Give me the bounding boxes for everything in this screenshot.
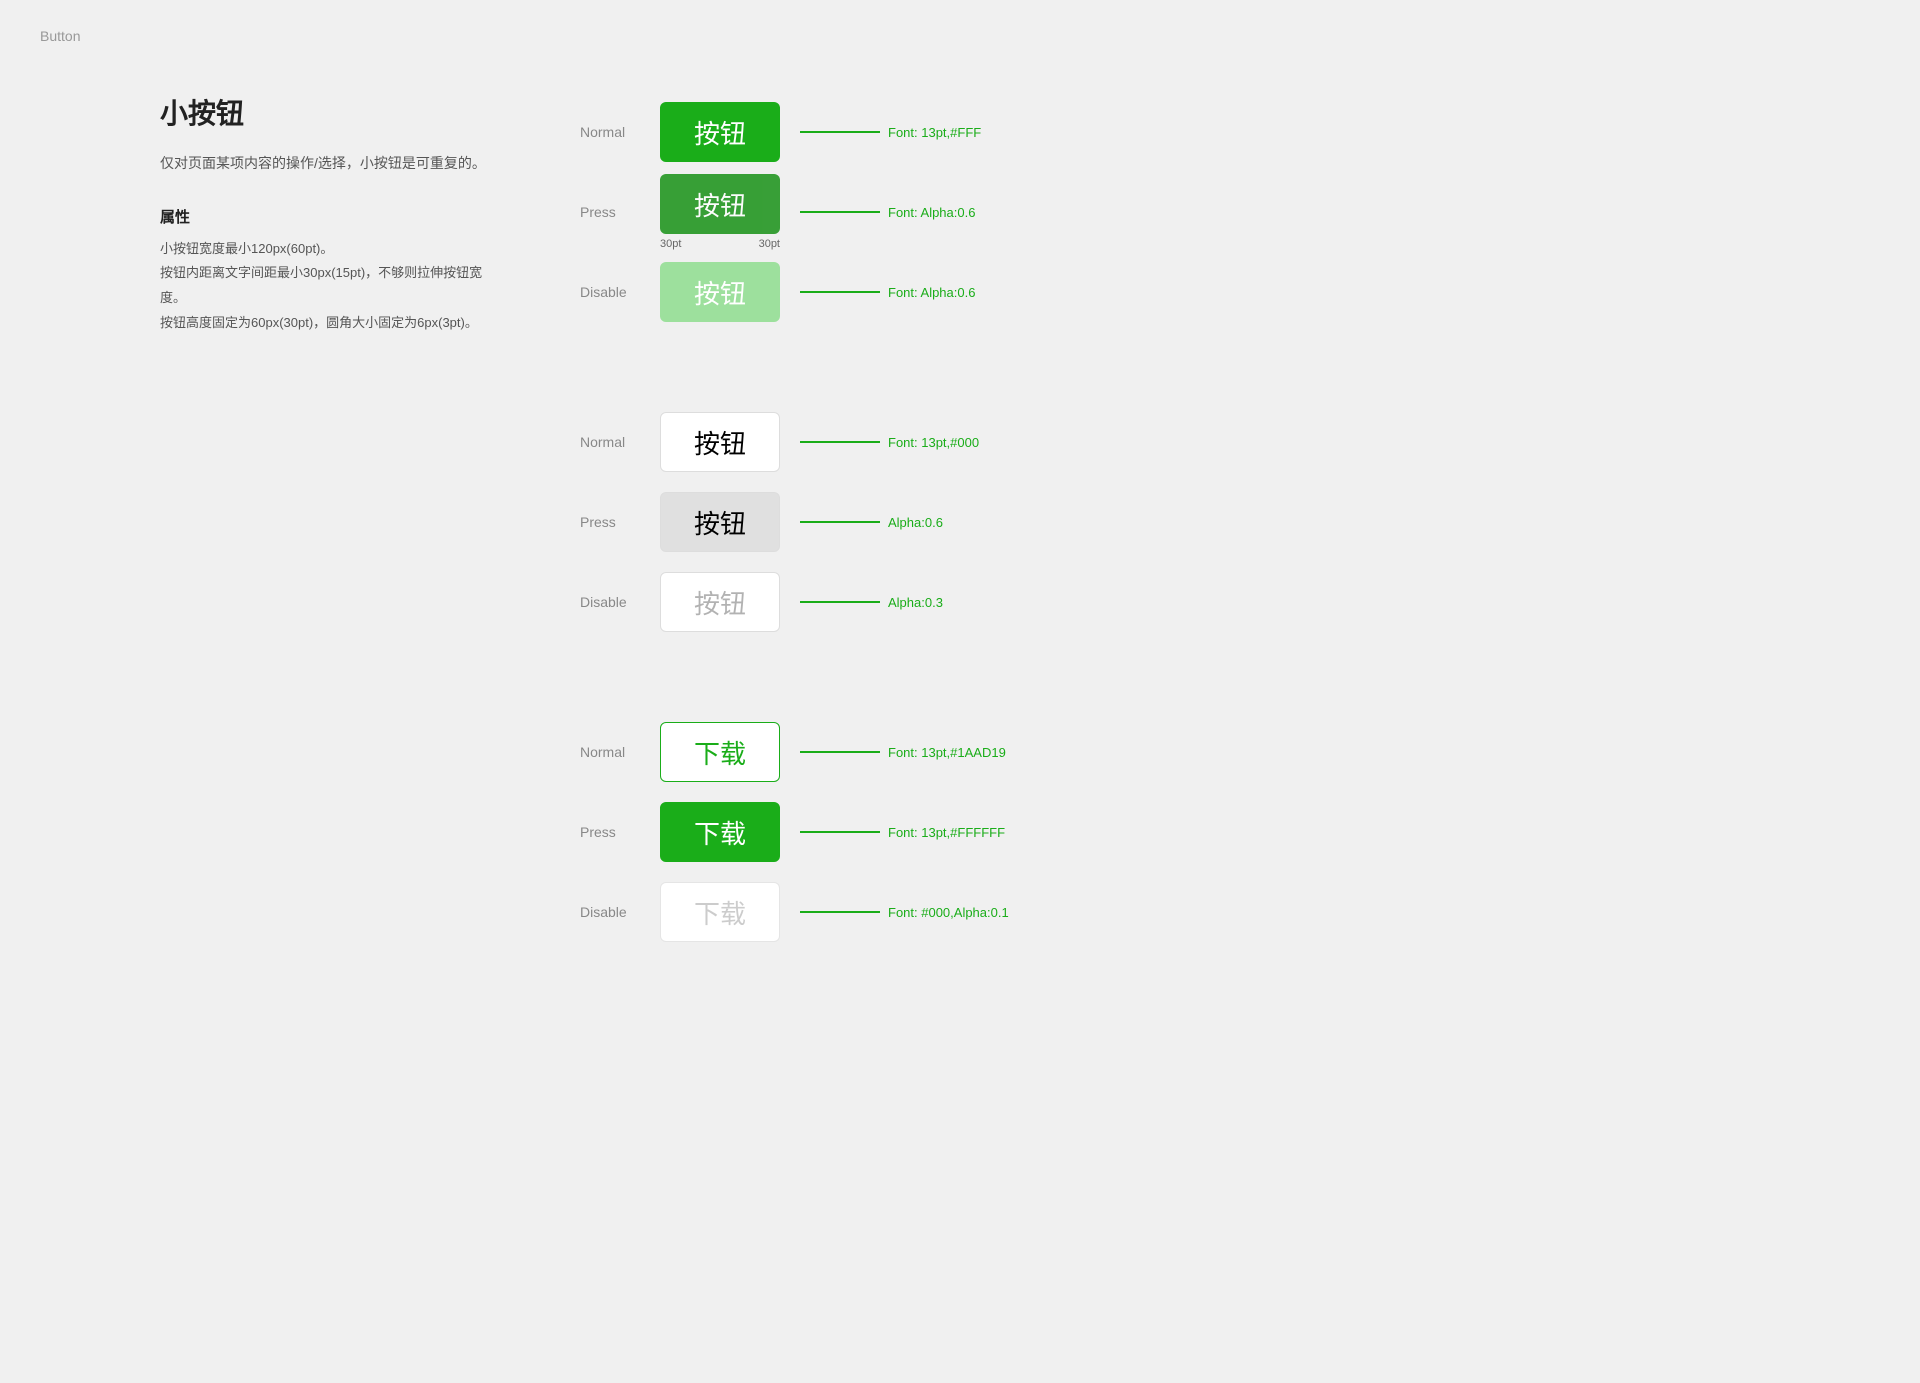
group-spacer-1 bbox=[580, 672, 1760, 712]
annotation-0-1: Font: Alpha:0.6 bbox=[800, 205, 975, 220]
btn-wrapper-0-1: 按钮 30pt30pt bbox=[660, 174, 780, 250]
annotation-text: Font: 13pt,#FFFFFF bbox=[888, 825, 1005, 840]
button-row-0-2: Disable按钮 Font: Alpha:0.6 bbox=[580, 252, 1760, 332]
annotation-text: Font: 13pt,#000 bbox=[888, 435, 979, 450]
state-label-2-2: Disable bbox=[580, 904, 660, 920]
btn-wrapper-2-2: 下载 bbox=[660, 882, 780, 942]
btn-2-2[interactable]: 下载 bbox=[660, 882, 780, 942]
annotation-line-graphic bbox=[800, 441, 880, 443]
annotation-text: Font: Alpha:0.6 bbox=[888, 205, 975, 220]
btn-2-1[interactable]: 下载 bbox=[660, 802, 780, 862]
annotation-0-2: Font: Alpha:0.6 bbox=[800, 285, 975, 300]
props-title: 属性 bbox=[160, 206, 500, 227]
state-label-0-2: Disable bbox=[580, 284, 660, 300]
btn-wrapper-1-1: 按钮 bbox=[660, 492, 780, 552]
annotation-1-2: Alpha:0.3 bbox=[800, 595, 943, 610]
annotation-text: Font: #000,Alpha:0.1 bbox=[888, 905, 1009, 920]
annotation-line-graphic bbox=[800, 751, 880, 753]
left-panel: 小按钮 仅对页面某项内容的操作/选择，小按钮是可重复的。 属性 小按钮宽度最小1… bbox=[160, 92, 500, 982]
annotation-line-graphic bbox=[800, 911, 880, 913]
annotation-line-graphic bbox=[800, 601, 880, 603]
annotation-1-1: Alpha:0.6 bbox=[800, 515, 943, 530]
btn-wrapper-2-1: 下载 bbox=[660, 802, 780, 862]
button-row-1-1: Press按钮 Alpha:0.6 bbox=[580, 482, 1760, 562]
btn-1-0[interactable]: 按钮 bbox=[660, 412, 780, 472]
state-label-0-1: Press bbox=[580, 204, 660, 220]
annotation-0-0: Font: 13pt,#FFF bbox=[800, 125, 981, 140]
btn-wrapper-2-0: 下载 bbox=[660, 722, 780, 782]
annotation-text: Font: 13pt,#1AAD19 bbox=[888, 745, 1006, 760]
btn-wrapper-0-0: 按钮 bbox=[660, 102, 780, 162]
button-row-1-2: Disable按钮 Alpha:0.3 bbox=[580, 562, 1760, 642]
btn-1-2[interactable]: 按钮 bbox=[660, 572, 780, 632]
button-row-1-0: Normal按钮 Font: 13pt,#000 bbox=[580, 402, 1760, 482]
annotation-2-2: Font: #000,Alpha:0.1 bbox=[800, 905, 1009, 920]
state-label-1-2: Disable bbox=[580, 594, 660, 610]
section-title: 小按钮 bbox=[160, 92, 500, 132]
button-row-2-0: Normal下载 Font: 13pt,#1AAD19 bbox=[580, 712, 1760, 792]
btn-0-0[interactable]: 按钮 bbox=[660, 102, 780, 162]
btn-0-1[interactable]: 按钮 bbox=[660, 174, 780, 234]
btn-2-0[interactable]: 下载 bbox=[660, 722, 780, 782]
props-text: 小按钮宽度最小120px(60pt)。按钮内距离文字间距最小30px(15pt)… bbox=[160, 237, 500, 336]
annotation-1-0: Font: 13pt,#000 bbox=[800, 435, 979, 450]
annotation-line-graphic bbox=[800, 831, 880, 833]
btn-0-2[interactable]: 按钮 bbox=[660, 262, 780, 322]
button-row-2-2: Disable下载 Font: #000,Alpha:0.1 bbox=[580, 872, 1760, 952]
page-title: Button bbox=[0, 0, 1920, 72]
btn-wrapper-0-2: 按钮 bbox=[660, 262, 780, 322]
annotation-line-graphic bbox=[800, 291, 880, 293]
btn-1-1[interactable]: 按钮 bbox=[660, 492, 780, 552]
description: 仅对页面某项内容的操作/选择，小按钮是可重复的。 bbox=[160, 152, 500, 176]
state-label-2-0: Normal bbox=[580, 744, 660, 760]
btn-wrapper-1-2: 按钮 bbox=[660, 572, 780, 632]
annotation-line-graphic bbox=[800, 131, 880, 133]
size-labels-0-1: 30pt30pt bbox=[660, 238, 780, 250]
group-spacer-0 bbox=[580, 362, 1760, 402]
annotation-text: Font: 13pt,#FFF bbox=[888, 125, 981, 140]
button-group-0: Normal按钮Font: 13pt,#FFFPress按钮30pt30ptFo… bbox=[580, 92, 1760, 332]
state-label-0-0: Normal bbox=[580, 124, 660, 140]
annotation-text: Alpha:0.6 bbox=[888, 515, 943, 530]
button-row-2-1: Press下载 Font: 13pt,#FFFFFF bbox=[580, 792, 1760, 872]
annotation-2-1: Font: 13pt,#FFFFFF bbox=[800, 825, 1005, 840]
btn-wrapper-1-0: 按钮 bbox=[660, 412, 780, 472]
annotation-text: Font: Alpha:0.6 bbox=[888, 285, 975, 300]
state-label-1-1: Press bbox=[580, 514, 660, 530]
state-label-2-1: Press bbox=[580, 824, 660, 840]
annotation-2-0: Font: 13pt,#1AAD19 bbox=[800, 745, 1006, 760]
annotation-line-graphic bbox=[800, 521, 880, 523]
button-row-0-1: Press按钮 30pt30pt Font: Alpha:0.6 bbox=[580, 172, 1760, 252]
annotation-text: Alpha:0.3 bbox=[888, 595, 943, 610]
button-group-1: Normal按钮Font: 13pt,#000Press按钮Alpha:0.6D… bbox=[580, 402, 1760, 642]
button-row-0-0: Normal按钮 Font: 13pt,#FFF bbox=[580, 92, 1760, 172]
right-panel: Normal按钮Font: 13pt,#FFFPress按钮30pt30ptFo… bbox=[580, 92, 1760, 982]
state-label-1-0: Normal bbox=[580, 434, 660, 450]
annotation-line-graphic bbox=[800, 211, 880, 213]
button-group-2: Normal下载Font: 13pt,#1AAD19Press下载Font: 1… bbox=[580, 712, 1760, 952]
